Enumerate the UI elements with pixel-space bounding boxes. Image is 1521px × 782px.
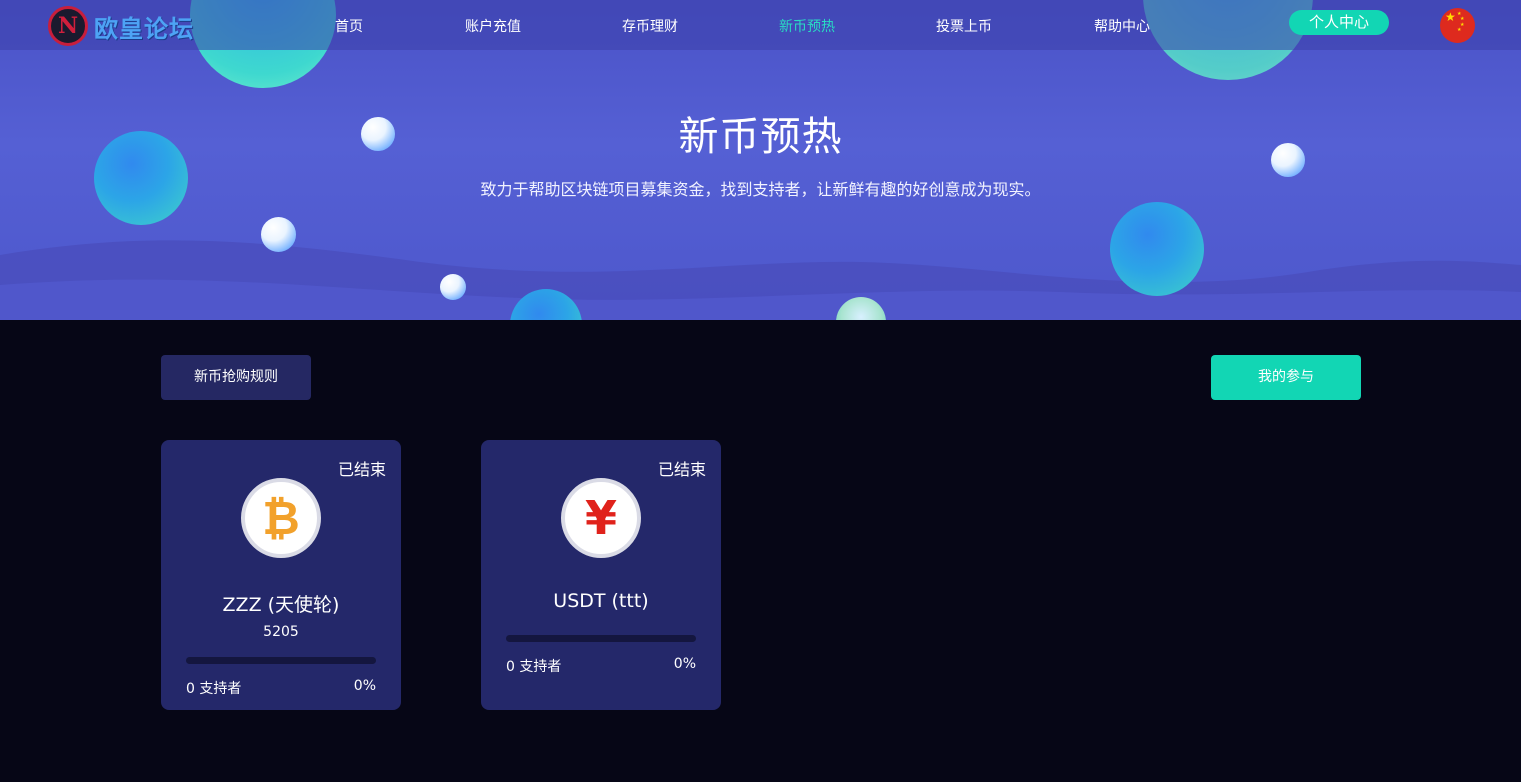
page-title: 新币预热 bbox=[678, 114, 843, 160]
bubble-decoration bbox=[261, 217, 296, 252]
progress-percent: 0% bbox=[353, 678, 376, 694]
nav-item-recharge[interactable]: 账户充值 bbox=[465, 16, 521, 36]
project-name: ZZZ (天使轮) bbox=[222, 594, 340, 616]
nav-item-home[interactable]: 首页 bbox=[335, 16, 363, 36]
progress-percent: 0% bbox=[673, 656, 696, 672]
progress-bar bbox=[186, 657, 376, 664]
progress-bar bbox=[506, 635, 696, 642]
user-center-button[interactable]: 个人中心 bbox=[1289, 10, 1389, 35]
top-navbar: N 欧皇论坛 首页 账户充值 存币理财 新币预热 投票上币 帮助中心 个人中心 … bbox=[0, 0, 1521, 50]
bubble-decoration bbox=[1110, 202, 1204, 296]
project-name: USDT (ttt) bbox=[553, 590, 649, 612]
nav-item-vote-listing[interactable]: 投票上币 bbox=[936, 16, 992, 36]
china-flag-icon[interactable]: ★ ★ ★ ★ ★ bbox=[1440, 8, 1475, 43]
project-card[interactable]: 已结束 ₿ ZZZ (天使轮) 5205 0 支持者 0% bbox=[161, 440, 401, 710]
bitcoin-icon: ₿ bbox=[241, 478, 321, 558]
nav-item-help[interactable]: 帮助中心 bbox=[1094, 16, 1150, 36]
my-participation-button[interactable]: 我的参与 bbox=[1211, 355, 1361, 400]
yuan-icon: ¥ bbox=[561, 478, 641, 558]
bubble-decoration bbox=[440, 274, 466, 300]
logo-mark-icon: N bbox=[48, 6, 88, 46]
project-card[interactable]: 已结束 ¥ USDT (ttt) 0 支持者 0% bbox=[481, 440, 721, 710]
status-badge: 已结束 bbox=[657, 460, 706, 479]
page-subtitle: 致力于帮助区块链项目募集资金，找到支持者，让新鲜有趣的好创意成为现实。 bbox=[480, 180, 1041, 199]
supporters-count: 0 支持者 bbox=[506, 659, 562, 675]
nav-item-new-coin[interactable]: 新币预热 bbox=[779, 16, 835, 36]
supporters-count: 0 支持者 bbox=[186, 681, 242, 697]
logo-text: 欧皇论坛 bbox=[94, 14, 194, 43]
site-logo[interactable]: N 欧皇论坛 bbox=[48, 6, 194, 46]
purchase-rules-button[interactable]: 新币抢购规则 bbox=[161, 355, 311, 400]
status-badge: 已结束 bbox=[337, 460, 386, 479]
nav-item-savings[interactable]: 存币理财 bbox=[622, 16, 678, 36]
project-amount: 5205 bbox=[263, 624, 299, 640]
